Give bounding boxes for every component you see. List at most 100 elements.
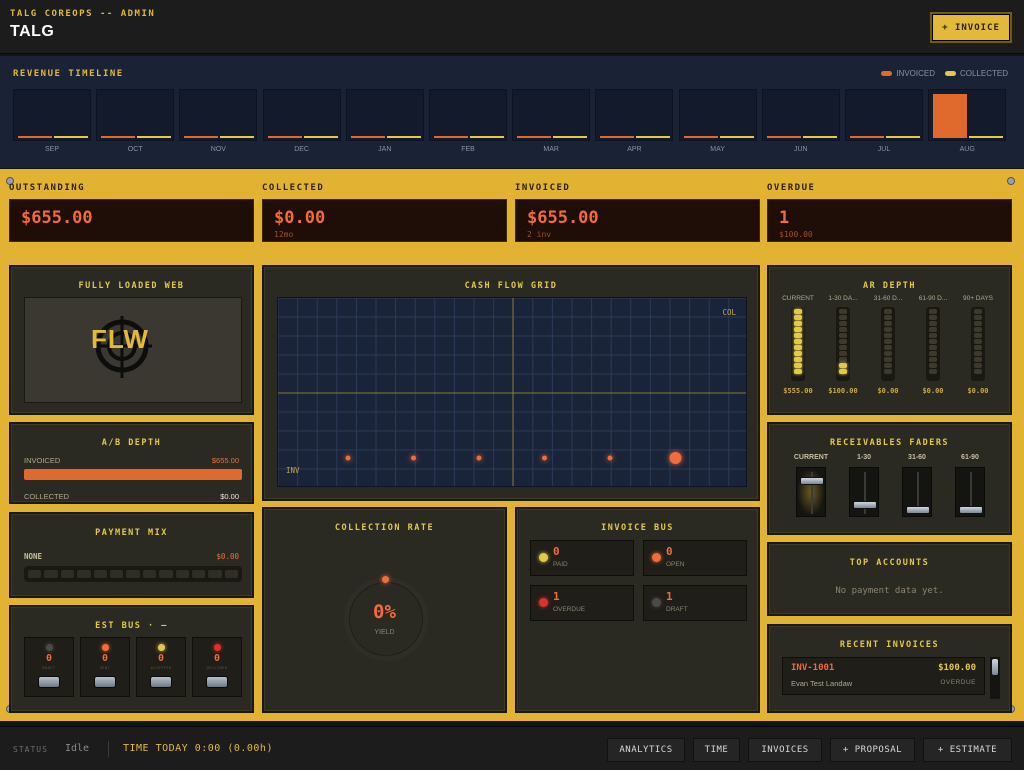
timeline-months: SEP OCT NOV DEC JAN FEB MAR APR MAY JUN JUL AUG — [13, 89, 1011, 159]
collected-bar — [220, 136, 255, 138]
grid-label-top: COL — [722, 308, 736, 317]
status-led — [539, 598, 548, 607]
timeline-month-may[interactable] — [678, 89, 757, 141]
scrollbar-thumb[interactable] — [992, 659, 998, 675]
timeline-month-label: JAN — [378, 146, 392, 153]
collected-label: COLLECTED — [262, 183, 325, 193]
timeline-title: REVENUE TIMELINE — [13, 69, 124, 79]
recent-invoices-title: RECENT INVOICES — [839, 640, 940, 650]
invoice-row[interactable]: INV-1001 $100.00 Evan Test Landaw OVERDU… — [782, 657, 985, 695]
timeline-month-label: MAY — [710, 146, 725, 153]
meter-led — [839, 339, 847, 344]
timeline-month-label: AUG — [959, 146, 975, 153]
ar-depth-amount: $0.00 — [877, 387, 899, 395]
cash-flow-panel: CASH FLOW GRID COL INV — [262, 265, 760, 501]
timeline-month-feb[interactable] — [429, 89, 507, 141]
new-invoice-button[interactable]: + INVOICE — [930, 12, 1012, 43]
grid-label-bottom: INV — [286, 466, 300, 475]
ar-depth-column: 90+ DAYS $0.00 — [956, 295, 1000, 395]
timeline-month-jan[interactable] — [345, 89, 424, 141]
timeline-month-nov[interactable] — [179, 89, 258, 141]
outstanding-value: $655.00 — [21, 208, 93, 228]
timeline-month-dec[interactable] — [262, 89, 341, 141]
invoice-bus-paid[interactable]: 0 PAID — [530, 540, 634, 576]
est-channel-button[interactable] — [38, 676, 60, 688]
timeline-month-oct[interactable] — [96, 89, 175, 141]
overdue-box: 1 $100.00 — [767, 199, 1012, 242]
overdue-label: OVERDUE — [767, 183, 816, 193]
timeline-month-label: OCT — [127, 146, 143, 153]
invoices-button[interactable]: INVOICES — [748, 738, 822, 762]
meter-led — [794, 357, 802, 362]
timeline-month-apr[interactable] — [595, 89, 674, 141]
fader-track — [849, 467, 879, 517]
payment-mix-label: NONE — [24, 552, 43, 561]
collection-rate-value: 0% — [373, 601, 396, 623]
meter-led — [794, 351, 802, 356]
invoice-bus-label: OPEN — [666, 561, 685, 568]
est-channel-button[interactable] — [150, 676, 172, 688]
meter-led — [794, 327, 802, 332]
est-channel-value: 0 — [45, 653, 53, 664]
timeline-month-jul[interactable] — [845, 89, 923, 141]
meter-led — [929, 351, 937, 356]
app-title: TALG — [10, 23, 55, 40]
faders-title: RECEIVABLES FADERS — [829, 438, 950, 448]
est-channel-button[interactable] — [206, 676, 228, 688]
invoice-bus-draft[interactable]: 1 DRAFT — [643, 585, 747, 621]
invoiced-bar — [101, 136, 136, 138]
fader-knob[interactable] — [959, 506, 983, 514]
analytics-button[interactable]: ANALYTICS — [607, 738, 685, 762]
new-proposal-button[interactable]: + PROPOSAL — [830, 738, 915, 762]
ar-depth-label: 31-60 D... — [873, 295, 903, 302]
overdue-value: 1 — [779, 208, 790, 228]
timeline-month-mar[interactable] — [512, 89, 591, 141]
fader-knob[interactable] — [853, 500, 877, 509]
meter-led — [884, 351, 892, 356]
est-channel-sent: 0 SENT — [80, 637, 130, 697]
invoiced-label: INVOICED — [515, 183, 571, 193]
recent-invoices-scrollbar[interactable] — [990, 657, 1000, 699]
ab-depth-title: A/B DEPTH — [101, 438, 162, 448]
timeline-month-aug[interactable] — [928, 89, 1007, 141]
status-led — [46, 644, 53, 651]
fader-knob[interactable] — [906, 506, 930, 514]
invoice-bus-label: OVERDUE — [553, 606, 586, 613]
fader-track — [955, 467, 985, 517]
fader-knob[interactable] — [800, 477, 824, 486]
invoice-bus-overdue[interactable]: 1 OVERDUE — [530, 585, 634, 621]
collection-rate-title: COLLECTION RATE — [334, 523, 435, 533]
payment-mix-segment — [159, 570, 173, 578]
status-led — [214, 644, 221, 651]
invoiced-bar — [766, 136, 801, 138]
invoice-bus-open[interactable]: 0 OPEN — [643, 540, 747, 576]
ab-collected-label: COLLECTED — [24, 492, 70, 501]
meter-led — [884, 327, 892, 332]
meter-led — [929, 345, 937, 350]
timeline-month-sep[interactable] — [13, 89, 91, 141]
new-estimate-button[interactable]: + ESTIMATE — [923, 738, 1012, 762]
ar-depth-label: 61-90 D... — [918, 295, 948, 302]
status-led — [102, 644, 109, 651]
est-channel-label: SENT — [99, 666, 111, 670]
meter-led — [974, 351, 982, 356]
payment-mix-segment — [191, 570, 206, 578]
top-bar: TALG COREOPS -- ADMIN TALG + INVOICE — [0, 0, 1024, 54]
legend-collected-label: COLLECTED — [959, 69, 1008, 78]
status-value: Idle — [65, 743, 90, 754]
est-channel-label: ACCEPTED — [150, 666, 172, 670]
timeline-month-jun[interactable] — [761, 89, 840, 141]
collected-value: $0.00 — [274, 208, 326, 228]
ar-depth-label: 1-30 DA... — [828, 295, 858, 302]
outstanding-label: OUTSTANDING — [9, 183, 86, 193]
status-divider — [108, 741, 109, 757]
fader-31-60: 31-60 — [894, 454, 940, 517]
meter-led — [929, 333, 937, 338]
collected-bar — [386, 136, 421, 138]
time-button[interactable]: TIME — [693, 738, 740, 762]
fader-label: 31-60 — [908, 454, 926, 461]
meter-led — [974, 339, 982, 344]
est-channel-button[interactable] — [94, 676, 116, 688]
cash-flow-point — [669, 452, 682, 464]
est-channel-declined: 0 DECLINED — [192, 637, 242, 697]
